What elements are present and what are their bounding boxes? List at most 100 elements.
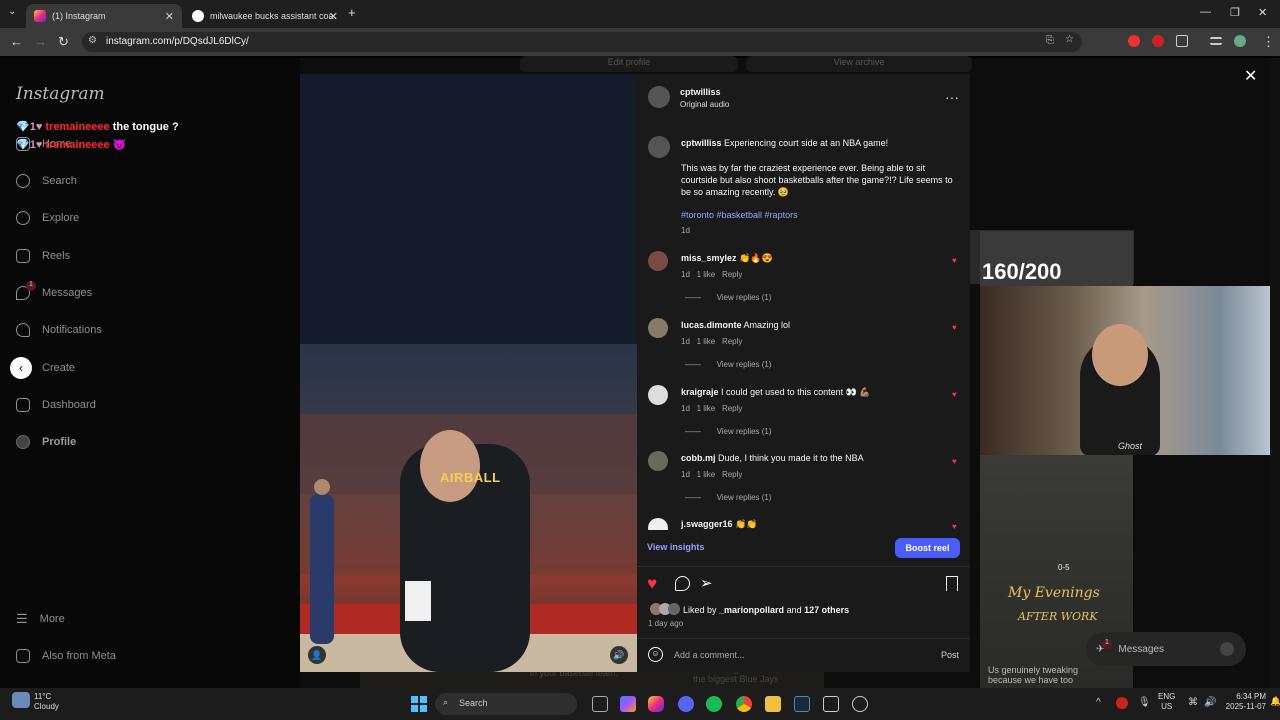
instagram-logo[interactable]: Instagram [16, 84, 105, 104]
avatar[interactable] [648, 318, 668, 338]
reply-button[interactable]: Reply [722, 337, 742, 346]
view-insights-link[interactable]: View insights [647, 542, 704, 552]
audio-toggle-icon[interactable]: 🔊 [610, 646, 628, 664]
sidebar-item-messages[interactable]: 1 Messages [16, 281, 92, 303]
liked-by-avatars[interactable] [650, 603, 680, 615]
instagram-app-icon[interactable] [648, 696, 664, 712]
comment-bubble-icon[interactable] [675, 576, 690, 591]
comment-like-heart-icon[interactable]: ♥ [952, 390, 960, 399]
comment-like-heart-icon[interactable]: ♥ [952, 323, 960, 332]
tagged-people-icon[interactable]: 👤 [308, 646, 326, 664]
close-tab-icon[interactable]: ✕ [329, 10, 338, 23]
profile-avatar-icon[interactable] [1234, 35, 1246, 47]
task-view-icon[interactable] [592, 696, 608, 712]
settings-gear-icon[interactable] [852, 696, 868, 712]
chat-badges-icon: 💎1♥ [16, 139, 43, 151]
boost-reel-button[interactable]: Boost reel [895, 538, 960, 558]
network-icon[interactable]: ⌘ [1188, 697, 1198, 708]
avatar[interactable] [648, 251, 668, 271]
start-windows-icon[interactable] [411, 696, 427, 712]
weather-widget[interactable]: 11°C Cloudy [34, 692, 59, 712]
avatar[interactable] [648, 86, 670, 108]
sidebar-item-also-from-meta[interactable]: Also from Meta [16, 646, 116, 666]
thumbnail-subtitle: Us genuinely tweaking because we have to… [988, 665, 1079, 685]
forward-icon[interactable]: → [34, 34, 47, 49]
page-scrollbar[interactable] [1270, 58, 1280, 688]
tab-search-icon[interactable]: ⌄ [8, 6, 16, 17]
more-options-icon[interactable]: ··· [945, 89, 959, 105]
post-comment-button[interactable]: Post [941, 650, 959, 660]
collapse-chevron-icon[interactable]: ‹ [10, 357, 32, 379]
save-bookmark-icon[interactable] [946, 576, 958, 591]
back-icon[interactable]: ← [10, 34, 23, 49]
tab-instagram[interactable]: (1) Instagram ✕ [26, 4, 182, 28]
liked-by-others-link[interactable]: 127 others [804, 605, 849, 615]
reply-button[interactable]: Reply [722, 470, 742, 479]
language-indicator[interactable]: ENG US [1158, 692, 1175, 712]
messages-floating-button[interactable]: ✈ 1 Messages [1086, 632, 1246, 666]
restore-icon[interactable]: ❐ [1230, 6, 1240, 19]
sidebar-item-search[interactable]: Search [16, 171, 77, 191]
view-replies-link[interactable]: —— View replies (1) [685, 360, 772, 369]
weather-icon[interactable] [12, 692, 30, 708]
close-modal-icon[interactable]: ✕ [1244, 66, 1257, 86]
avatar[interactable] [648, 385, 668, 405]
sidebar-item-profile[interactable]: Profile [16, 432, 76, 452]
original-audio-link[interactable]: Original audio [680, 100, 729, 109]
copilot-icon[interactable] [620, 696, 636, 712]
view-replies-link[interactable]: —— View replies (1) [685, 427, 772, 436]
reel-video[interactable]: AIRBALL 👤 🔊 [300, 74, 637, 672]
address-bar[interactable]: ⚙ instagram.com/p/DQsdJL6DlCy/ ⎘ ☆ [82, 32, 1082, 52]
media-control-icon[interactable] [1210, 37, 1222, 45]
reply-button[interactable]: Reply [722, 270, 742, 279]
liked-by-user-link[interactable]: _marionpollard [719, 605, 784, 615]
microphone-icon[interactable]: 🎙 [1138, 697, 1151, 708]
post-hashtags[interactable]: #toronto #basketball #raptors [681, 210, 951, 220]
view-replies-link[interactable]: —— View replies (1) [685, 293, 772, 302]
sidebar-item-dashboard[interactable]: Dashboard [16, 395, 96, 415]
reload-icon[interactable]: ↻ [58, 34, 69, 50]
sidebar-item-more[interactable]: ☰ More [16, 609, 65, 629]
comment-like-heart-icon[interactable]: ♥ [952, 256, 960, 265]
spotify-icon[interactable] [706, 696, 722, 712]
clock[interactable]: 6:34 PM 2025-11-07 [1206, 692, 1266, 712]
sidebar-item-notifications[interactable]: Notifications [16, 320, 102, 340]
close-tab-icon[interactable]: ✕ [165, 10, 174, 23]
bookmark-star-icon[interactable]: ☆ [1065, 34, 1074, 45]
sidebar-item-create[interactable]: ‹ Create [10, 357, 75, 379]
browser-menu-icon[interactable]: ⋮ [1262, 34, 1275, 50]
minimize-icon[interactable]: — [1200, 6, 1211, 18]
reply-button[interactable]: Reply [722, 404, 742, 413]
new-tab-button[interactable]: + [348, 5, 356, 20]
discord-icon[interactable] [678, 696, 694, 712]
caption-username[interactable]: cptwilliss [681, 138, 722, 148]
site-info-icon[interactable]: ⚙ [88, 35, 97, 46]
notification-bell-icon[interactable]: 🔔 [1270, 696, 1280, 707]
like-heart-icon[interactable]: ♥ [647, 574, 657, 594]
sidebar-item-explore[interactable]: Explore [16, 208, 79, 228]
tray-app-icon[interactable] [1116, 697, 1128, 709]
avatar[interactable] [648, 518, 668, 530]
window-close-icon[interactable]: ✕ [1258, 6, 1267, 19]
comment-like-heart-icon[interactable]: ♥ [952, 522, 957, 530]
tray-chevron-icon[interactable]: ^ [1096, 697, 1101, 708]
post-author-username[interactable]: cptwilliss [680, 87, 721, 97]
chrome-icon[interactable] [736, 696, 752, 712]
sidebar-item-reels[interactable]: Reels [16, 246, 70, 266]
file-explorer-icon[interactable] [765, 696, 781, 712]
tab-google-search[interactable]: milwaukee bucks assistant coa ✕ [184, 4, 346, 28]
view-replies-link[interactable]: —— View replies (1) [685, 493, 772, 502]
extension-red-icon[interactable] [1128, 35, 1140, 47]
xbox-icon[interactable] [823, 696, 839, 712]
avatar[interactable] [648, 451, 668, 471]
comment-input[interactable]: Add a comment... [674, 650, 745, 660]
extension-lastpass-icon[interactable] [1152, 35, 1164, 47]
avatar[interactable] [648, 136, 670, 158]
emoji-picker-icon[interactable]: ☺ [648, 647, 663, 662]
taskbar-search-box[interactable]: ⌕ Search [435, 693, 577, 715]
share-paper-plane-icon[interactable]: ➢ [700, 574, 713, 592]
install-icon[interactable]: ⎘ [1046, 35, 1054, 46]
comment-like-heart-icon[interactable]: ♥ [952, 457, 960, 466]
extensions-puzzle-icon[interactable] [1176, 35, 1188, 47]
steam-icon[interactable] [794, 696, 810, 712]
